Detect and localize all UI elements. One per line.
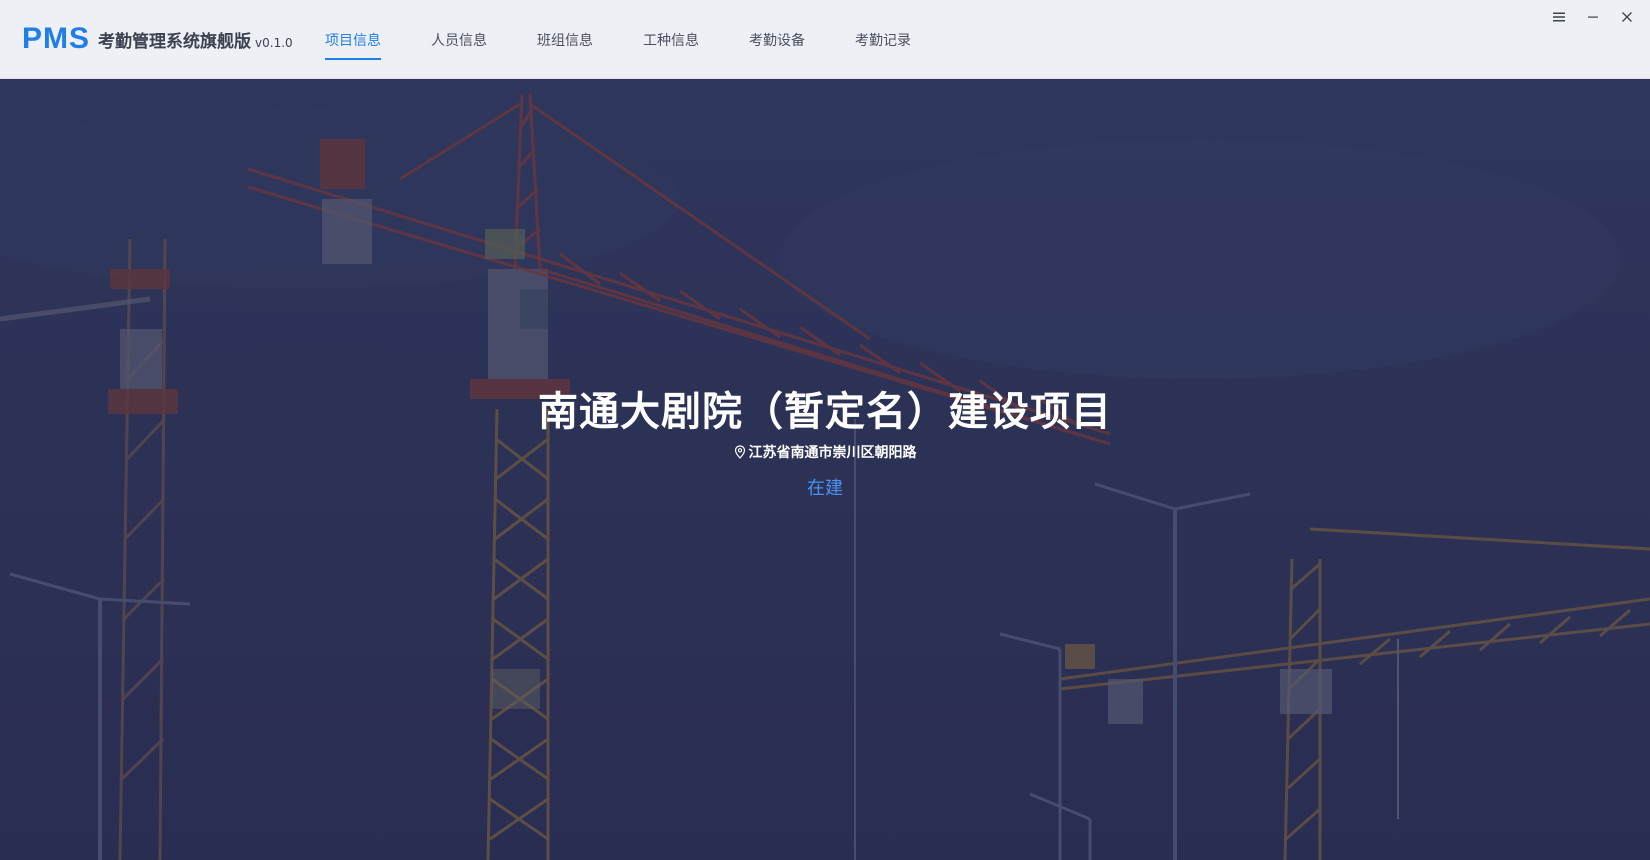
main-nav: 项目信息 人员信息 班组信息 工种信息 考勤设备 考勤记录 [325, 0, 961, 79]
tab-attendance-records[interactable]: 考勤记录 [855, 0, 911, 79]
tab-project-info[interactable]: 项目信息 [325, 0, 381, 79]
tab-personnel-info[interactable]: 人员信息 [431, 0, 487, 79]
close-icon [1622, 12, 1632, 22]
banner-overlay [0, 79, 1650, 860]
tab-attendance-devices[interactable]: 考勤设备 [749, 0, 805, 79]
top-bar: PMS 考勤管理系统旗舰版 v0.1.0 项目信息 人员信息 班组信息 工种信息… [0, 0, 1650, 79]
minimize-button[interactable] [1576, 6, 1610, 28]
project-address-text: 江苏省南通市崇川区朝阳路 [748, 445, 917, 461]
project-title: 南通大剧院（暂定名）建设项目 [538, 389, 1112, 435]
app-name: 考勤管理系统旗舰版 [98, 32, 252, 52]
project-banner: 南通大剧院（暂定名）建设项目 江苏省南通市崇川区朝阳路 在建 [0, 79, 1650, 860]
menu-button[interactable] [1542, 6, 1576, 28]
location-pin-icon [734, 445, 745, 459]
app-version: v0.1.0 [255, 36, 293, 50]
tab-team-info[interactable]: 班组信息 [537, 0, 593, 79]
project-address: 江苏省南通市崇川区朝阳路 [0, 442, 1650, 462]
hamburger-icon [1553, 12, 1565, 22]
app-logo: PMS [22, 22, 91, 55]
project-status: 在建 [807, 478, 843, 499]
window-controls [1542, 6, 1644, 28]
minimize-icon [1588, 16, 1598, 18]
tab-work-type-info[interactable]: 工种信息 [643, 0, 699, 79]
close-button[interactable] [1610, 6, 1644, 28]
brand: PMS 考勤管理系统旗舰版 v0.1.0 [22, 20, 293, 54]
